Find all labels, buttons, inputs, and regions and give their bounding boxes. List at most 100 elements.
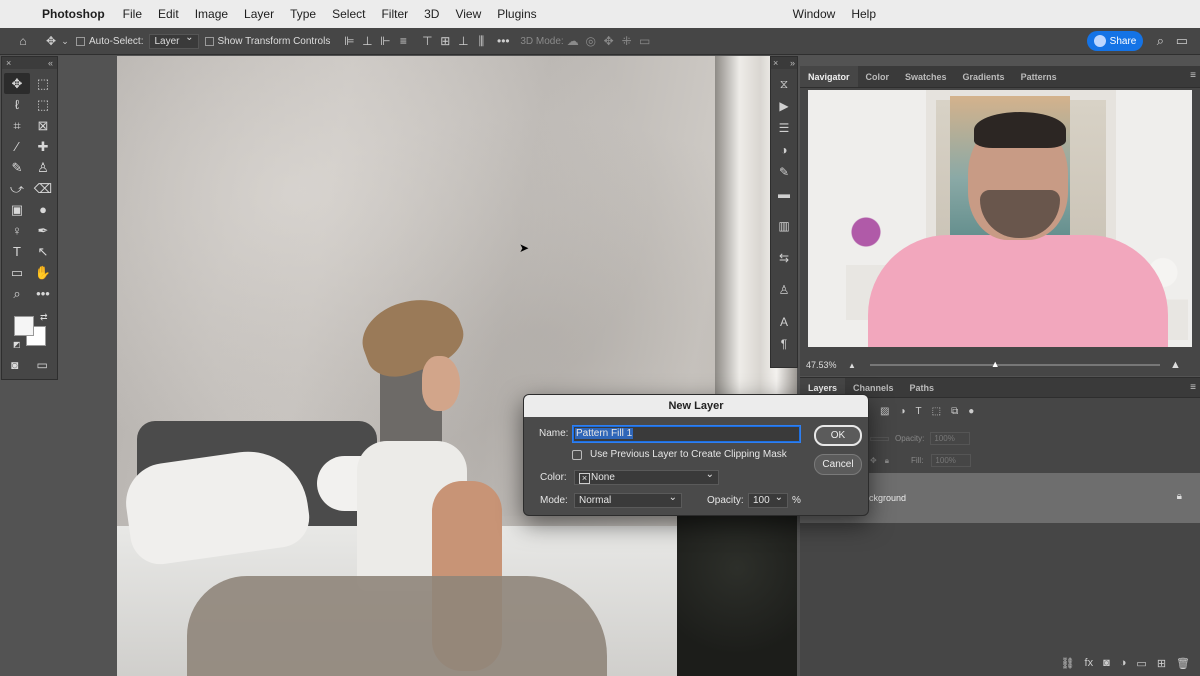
lock-icon[interactable]: 🔒︎ xyxy=(1177,491,1182,502)
auto-select-dropdown[interactable]: Layer xyxy=(149,32,199,49)
align-right-icon[interactable]: ⊩ xyxy=(376,34,394,48)
menu-plugins[interactable]: Plugins xyxy=(489,7,544,21)
gradient-tool-icon[interactable]: ▣ xyxy=(4,199,30,220)
panel-menu-icon[interactable]: ≡ xyxy=(1190,382,1196,393)
cancel-button[interactable]: Cancel xyxy=(814,454,862,475)
history-panel-icon[interactable]: ⧖ xyxy=(771,73,797,95)
workspace-icon[interactable]: ▭ xyxy=(1176,33,1188,49)
filter-smart-object-icon[interactable]: ⧉ xyxy=(951,406,958,417)
actions-panel-icon[interactable]: ▶ xyxy=(771,95,797,117)
more-options-icon[interactable]: ••• xyxy=(494,34,512,48)
tab-gradients[interactable]: Gradients xyxy=(955,66,1013,87)
filter-pixel-icon[interactable]: ▨ xyxy=(880,406,889,417)
3d-pan-icon[interactable]: ✥ xyxy=(600,34,618,48)
foreground-color-swatch[interactable] xyxy=(14,316,34,336)
zoom-slider[interactable]: ▲ xyxy=(870,360,1160,369)
menu-3d[interactable]: 3D xyxy=(416,7,447,21)
menu-file[interactable]: File xyxy=(115,7,150,21)
tab-patterns[interactable]: Patterns xyxy=(1013,66,1065,87)
filter-toggle-icon[interactable]: ● xyxy=(968,406,974,417)
properties-panel-icon[interactable]: ◑ xyxy=(771,139,797,161)
hand-tool-icon[interactable]: ✋ xyxy=(30,262,56,283)
screen-mode-icon[interactable]: ▭ xyxy=(37,358,48,372)
collapse-icon[interactable]: « xyxy=(48,57,53,69)
3d-roll-icon[interactable]: ◎ xyxy=(582,34,600,48)
menu-window[interactable]: Window xyxy=(785,7,844,21)
quick-mask-icon[interactable]: ◙ xyxy=(11,358,18,372)
pen-tool-icon[interactable]: ✒ xyxy=(30,220,56,241)
group-icon[interactable]: ▭ xyxy=(1136,657,1146,670)
distribute-vertical-icon[interactable]: ⫼ xyxy=(472,34,490,49)
document-canvas[interactable] xyxy=(117,56,797,676)
paragraph-panel-icon[interactable]: ¶ xyxy=(771,333,797,355)
character-panel-icon[interactable]: A xyxy=(771,311,797,333)
menu-filter[interactable]: Filter xyxy=(373,7,416,21)
expand-icon[interactable]: » xyxy=(790,57,795,69)
app-menu[interactable]: Photoshop xyxy=(40,7,115,21)
blur-tool-icon[interactable]: ● xyxy=(30,199,56,220)
history-brush-tool-icon[interactable]: ⤻ xyxy=(4,178,30,199)
zoom-tool-icon[interactable]: ⌕ xyxy=(4,283,30,304)
search-icon[interactable]: ⌕ xyxy=(1157,33,1164,49)
tab-swatches[interactable]: Swatches xyxy=(897,66,955,87)
crop-tool-icon[interactable]: ⌗ xyxy=(4,115,30,136)
layer-name-input[interactable]: Pattern Fill 1 xyxy=(572,425,801,443)
delete-layer-icon[interactable]: 🗑︎ xyxy=(1176,657,1190,670)
zoom-in-icon[interactable]: ▲ xyxy=(1170,359,1181,371)
rectangle-tool-icon[interactable]: ▭ xyxy=(4,262,30,283)
path-select-tool-icon[interactable]: ↖ xyxy=(30,241,56,262)
menu-edit[interactable]: Edit xyxy=(150,7,187,21)
clone-source-panel-icon[interactable]: ♙ xyxy=(771,279,797,301)
layer-name[interactable]: ackground xyxy=(864,493,906,503)
fill-field[interactable]: 100% xyxy=(931,454,971,467)
home-icon[interactable]: ⌂ xyxy=(14,34,32,48)
menu-image[interactable]: Image xyxy=(187,7,236,21)
transform-controls-checkbox[interactable] xyxy=(204,36,214,46)
lasso-tool-icon[interactable]: ℓ xyxy=(4,94,30,115)
share-button[interactable]: Share xyxy=(1087,31,1143,51)
tab-navigator[interactable]: Navigator xyxy=(800,66,858,87)
panel-menu-icon[interactable]: ≡ xyxy=(1190,70,1196,81)
layer-comps-panel-icon[interactable]: ⇆ xyxy=(771,247,797,269)
more-tools-icon[interactable]: ••• xyxy=(30,283,56,304)
align-middle-icon[interactable]: ⊞ xyxy=(436,34,454,48)
dodge-tool-icon[interactable]: ♀ xyxy=(4,220,30,241)
eraser-tool-icon[interactable]: ⌫ xyxy=(30,178,56,199)
menu-view[interactable]: View xyxy=(447,7,489,21)
brushes-panel-icon[interactable]: ✎ xyxy=(771,161,797,183)
mode-dropdown[interactable]: Normal xyxy=(574,491,682,508)
filter-adjustment-icon[interactable]: ◑ xyxy=(899,406,905,417)
blend-mode-dropdown[interactable] xyxy=(870,436,889,441)
zoom-out-icon[interactable]: ▲ xyxy=(848,361,864,370)
adjustments-panel-icon[interactable]: ☰ xyxy=(771,117,797,139)
add-mask-icon[interactable]: ◙ xyxy=(1103,657,1110,670)
opacity-dropdown[interactable]: 100 xyxy=(748,491,788,508)
menu-layer[interactable]: Layer xyxy=(236,7,282,21)
brush-tool-icon[interactable]: ✎ xyxy=(4,157,30,178)
tab-color[interactable]: Color xyxy=(858,66,898,87)
close-icon[interactable]: × xyxy=(773,57,778,69)
marquee-tool-icon[interactable]: ⬚ xyxy=(30,73,56,94)
tab-paths[interactable]: Paths xyxy=(902,378,943,397)
navigator-preview[interactable] xyxy=(808,90,1192,347)
fx-icon[interactable]: fx xyxy=(1085,657,1094,670)
ok-button[interactable]: OK xyxy=(814,425,862,446)
menu-type[interactable]: Type xyxy=(282,7,324,21)
move-tool-icon[interactable]: ✥ xyxy=(4,73,30,94)
frame-tool-icon[interactable]: ⊠ xyxy=(30,115,56,136)
zoom-slider-knob[interactable]: ▲ xyxy=(991,360,1000,369)
menu-help[interactable]: Help xyxy=(843,7,884,21)
chevron-down-icon[interactable]: ⌄ xyxy=(60,36,70,47)
filter-type-icon[interactable]: T xyxy=(916,406,922,417)
opacity-field[interactable]: 100% xyxy=(930,432,970,445)
default-colors-icon[interactable]: ◩ xyxy=(13,340,21,349)
color-dropdown[interactable]: × None xyxy=(574,468,719,485)
swap-colors-icon[interactable]: ⇄ xyxy=(40,312,48,323)
align-top-icon[interactable]: ⊤ xyxy=(418,34,436,48)
type-tool-icon[interactable]: T xyxy=(4,241,30,262)
healing-brush-tool-icon[interactable]: ✚ xyxy=(30,136,56,157)
link-layers-icon[interactable]: ⛓ xyxy=(1061,657,1075,670)
histogram-panel-icon[interactable]: ▥ xyxy=(771,215,797,237)
lock-all-icon[interactable]: 🔒︎ xyxy=(885,456,889,466)
new-layer-icon[interactable]: ⊞ xyxy=(1157,657,1166,670)
